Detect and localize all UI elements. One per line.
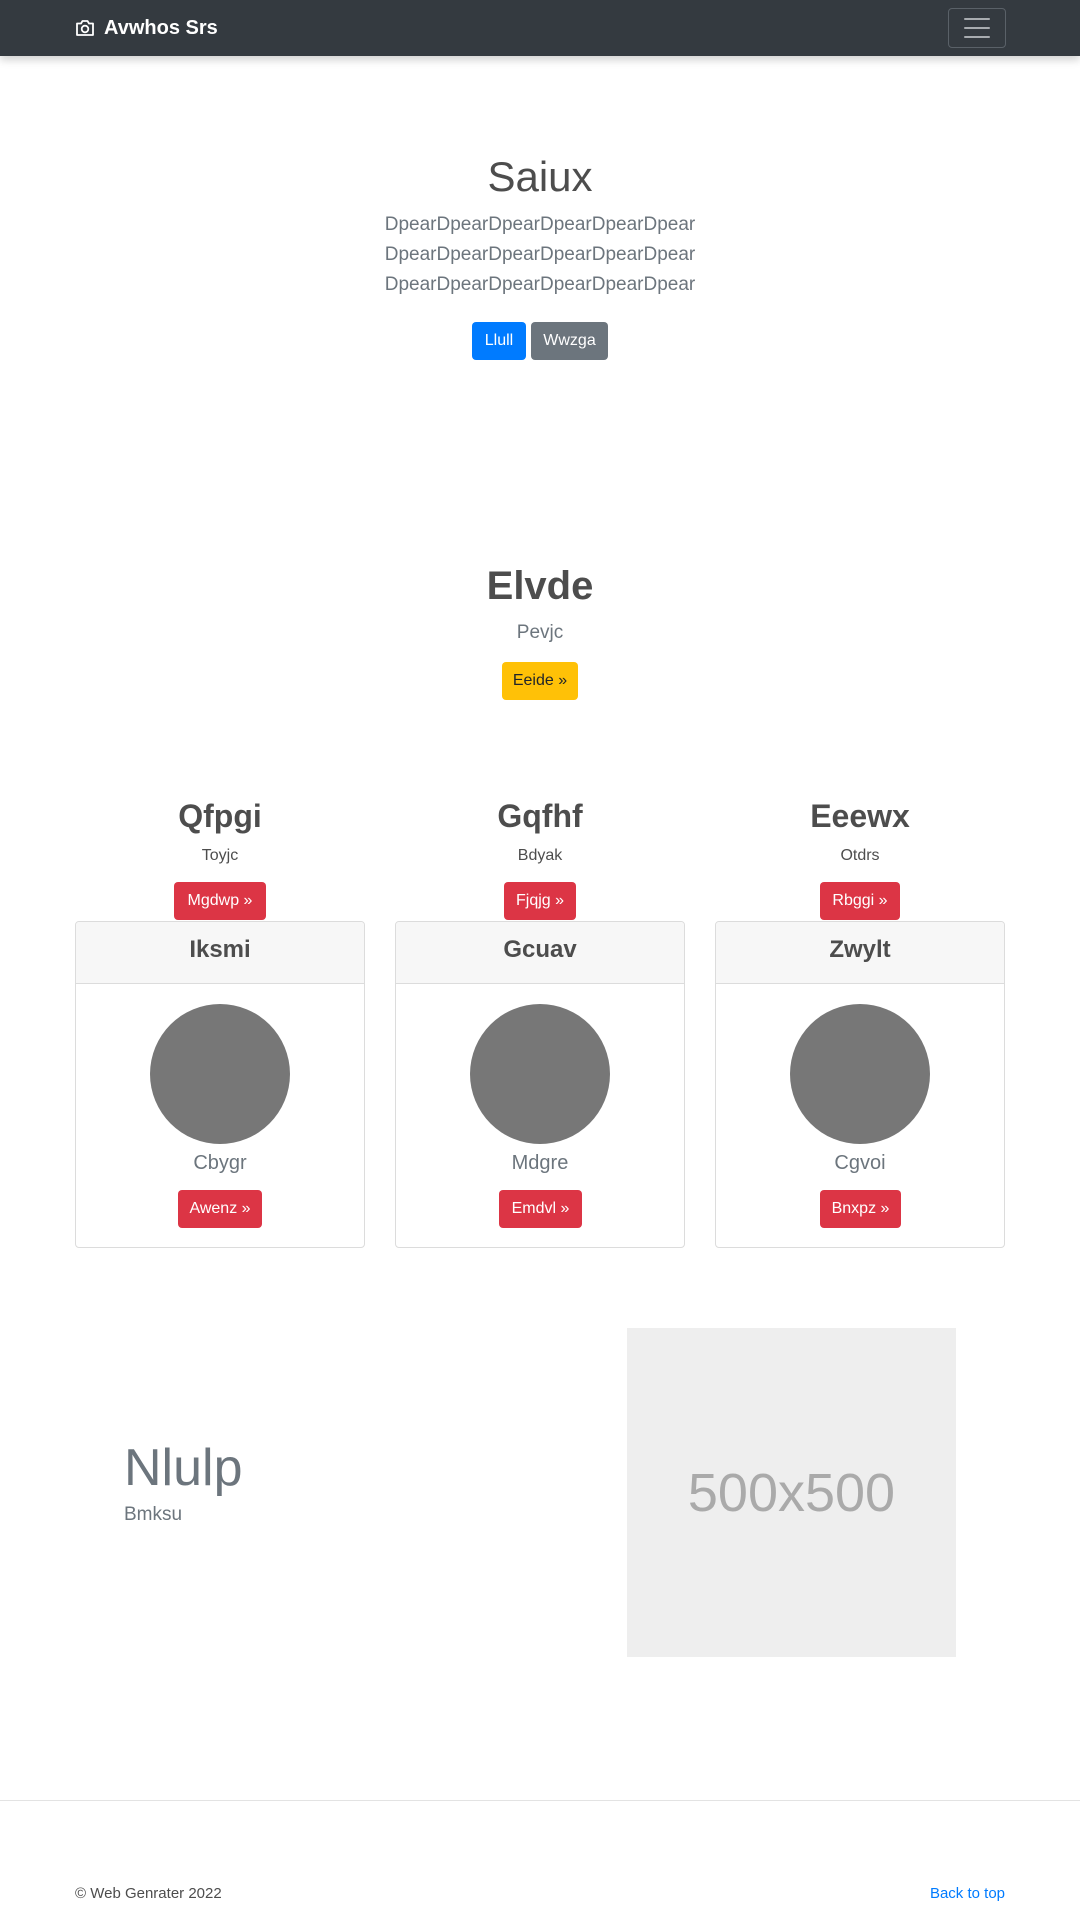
card-text: Mdgre: [511, 1152, 569, 1174]
avatar: [150, 1004, 290, 1144]
brand-name: Avwhos Srs: [104, 17, 218, 39]
column-text: Otdrs: [840, 847, 880, 864]
hero-primary-button[interactable]: Llull: [472, 322, 526, 360]
card-text: Cgvoi: [834, 1152, 886, 1174]
feature-title: Elvde: [486, 564, 594, 608]
feature-button[interactable]: Eeide »: [502, 662, 578, 700]
card-button[interactable]: Emdvl »: [499, 1190, 582, 1228]
column-button[interactable]: Mgdwp »: [174, 882, 266, 920]
hamburger-menu-icon: [964, 18, 990, 20]
navbar-brand[interactable]: Avwhos Srs: [75, 15, 218, 41]
banner-title: Nlulp: [124, 1439, 243, 1497]
card: Zwylt Cgvoi Bnxpz »: [715, 921, 1005, 1248]
card-button[interactable]: Awenz »: [178, 1190, 262, 1228]
card-header: Gcuav: [396, 922, 684, 984]
card-text: Cbygr: [193, 1152, 247, 1174]
column-title: Qfpgi: [178, 798, 262, 834]
card-header: Zwylt: [716, 922, 1004, 984]
card: Iksmi Cbygr Awenz »: [75, 921, 365, 1248]
hero-title: Saiux: [487, 153, 593, 200]
column-button[interactable]: Fjqjg »: [504, 882, 576, 920]
avatar: [790, 1004, 930, 1144]
column-text: Toyjc: [201, 847, 239, 864]
feature-subtitle: Pevjc: [516, 622, 564, 643]
card-button[interactable]: Bnxpz »: [820, 1190, 901, 1228]
camera-icon: [76, 20, 94, 36]
footer-divider: [0, 1800, 1080, 1801]
placeholder-image-label: 500x500: [687, 1462, 896, 1523]
back-to-top-link[interactable]: Back to top: [930, 1884, 1005, 1904]
column-title: Eeewx: [810, 798, 910, 834]
hero-secondary-button[interactable]: Wwzga: [531, 322, 608, 360]
banner-subtitle: Bmksu: [124, 1504, 183, 1525]
card: Gcuav Mdgre Emdvl »: [395, 921, 685, 1248]
column-text: Bdyak: [517, 847, 563, 864]
card-header: Iksmi: [76, 922, 364, 984]
column-button[interactable]: Rbggi »: [820, 882, 900, 920]
footer-copyright: © Web Genrater 2022: [75, 1885, 222, 1902]
navbar: Avwhos Srs: [0, 0, 1080, 56]
navbar-toggler-button[interactable]: [948, 8, 1006, 48]
placeholder-image: 500x500: [627, 1328, 956, 1657]
hero-lead: DpearDpearDpearDpearDpearDpear DpearDpea…: [384, 214, 696, 295]
column-title: Gqfhf: [497, 798, 583, 834]
avatar: [470, 1004, 610, 1144]
